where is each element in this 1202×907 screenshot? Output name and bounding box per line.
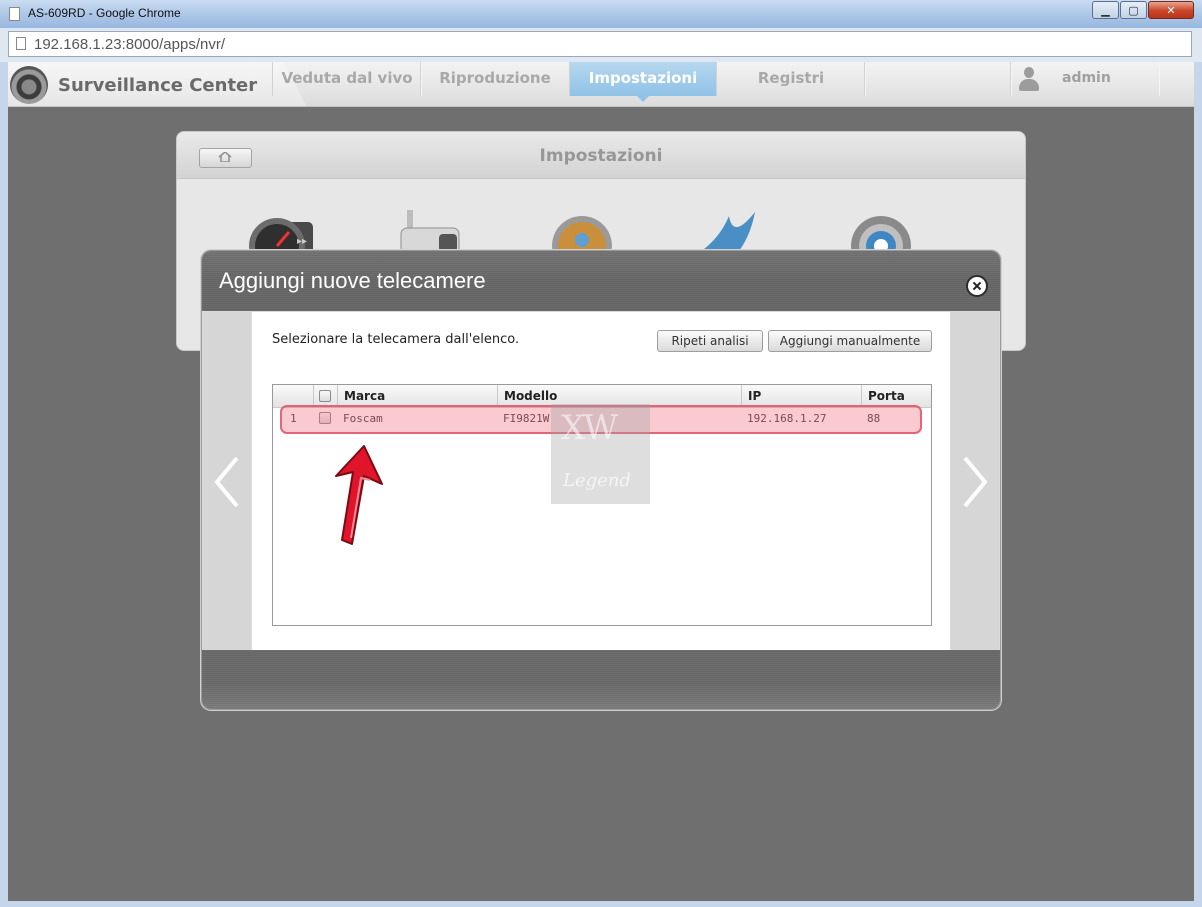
camera-logo-icon xyxy=(10,66,48,104)
column-header-ip[interactable]: IP xyxy=(741,385,861,407)
maximize-button[interactable]: ▢ xyxy=(1120,1,1147,19)
window-frame-right xyxy=(1194,62,1202,907)
add-manually-button[interactable]: Aggiungi manualmente xyxy=(768,330,932,352)
address-bar[interactable]: 192.168.1.23:8000/apps/nvr/ xyxy=(8,31,1192,57)
next-page-area xyxy=(951,312,999,650)
prev-page-area xyxy=(203,312,251,650)
instruction-text: Selezionare la telecamera dall'elenco. xyxy=(272,332,520,347)
close-window-button[interactable]: ✕ xyxy=(1148,1,1194,19)
watermark-bottom: Legend xyxy=(563,470,631,491)
url-text[interactable]: 192.168.1.23:8000/apps/nvr/ xyxy=(34,36,225,53)
svg-text:▸▸: ▸▸ xyxy=(297,236,307,247)
tab-logs[interactable]: Registri xyxy=(716,62,866,96)
red-arrow-annotation-icon xyxy=(335,445,383,545)
column-header-port[interactable]: Porta xyxy=(861,385,931,407)
dialog-title: Aggiungi nuove telecamere xyxy=(219,268,486,293)
header-select-cell xyxy=(313,385,337,407)
dialog-footer xyxy=(202,650,1000,709)
watermark-top: XW xyxy=(561,408,618,448)
settings-header: Impostazioni xyxy=(177,132,1025,179)
chevron-left-icon[interactable] xyxy=(213,454,241,510)
minimize-button[interactable]: ▁ xyxy=(1092,1,1119,19)
browser-titlebar: AS-609RD - Google Chrome ▁ ▢ ✕ xyxy=(0,0,1202,29)
address-bar-container: 192.168.1.23:8000/apps/nvr/ xyxy=(0,28,1202,63)
user-icon xyxy=(1018,67,1040,91)
page-icon xyxy=(9,7,20,21)
window-frame-bottom xyxy=(0,901,1202,907)
app-navbar: Surveillance Center Veduta dal vivo Ripr… xyxy=(8,62,1194,107)
user-name[interactable]: admin xyxy=(1062,70,1111,86)
window-title: AS-609RD - Google Chrome xyxy=(28,6,181,20)
column-header-brand[interactable]: Marca xyxy=(337,385,497,407)
tab-playback[interactable]: Riproduzione xyxy=(420,62,570,96)
dialog-header: Aggiungi nuove telecamere xyxy=(202,251,1000,311)
page-icon xyxy=(16,37,26,50)
brand[interactable]: Surveillance Center xyxy=(8,62,278,106)
chevron-right-icon[interactable] xyxy=(961,454,989,510)
tab-settings[interactable]: Impostazioni xyxy=(569,62,717,102)
select-all-checkbox[interactable] xyxy=(319,390,331,402)
settings-title: Impostazioni xyxy=(539,146,663,166)
tab-empty xyxy=(864,62,1012,96)
window-frame-left xyxy=(0,62,8,907)
watermark-logo: XW Legend xyxy=(551,404,650,504)
tab-live-view[interactable]: Veduta dal vivo xyxy=(272,62,422,96)
rescan-button[interactable]: Ripeti analisi xyxy=(657,330,763,352)
close-dialog-button[interactable] xyxy=(966,275,988,297)
window-controls: ▁ ▢ ✕ xyxy=(1091,1,1194,19)
brand-title: Surveillance Center xyxy=(58,75,258,96)
